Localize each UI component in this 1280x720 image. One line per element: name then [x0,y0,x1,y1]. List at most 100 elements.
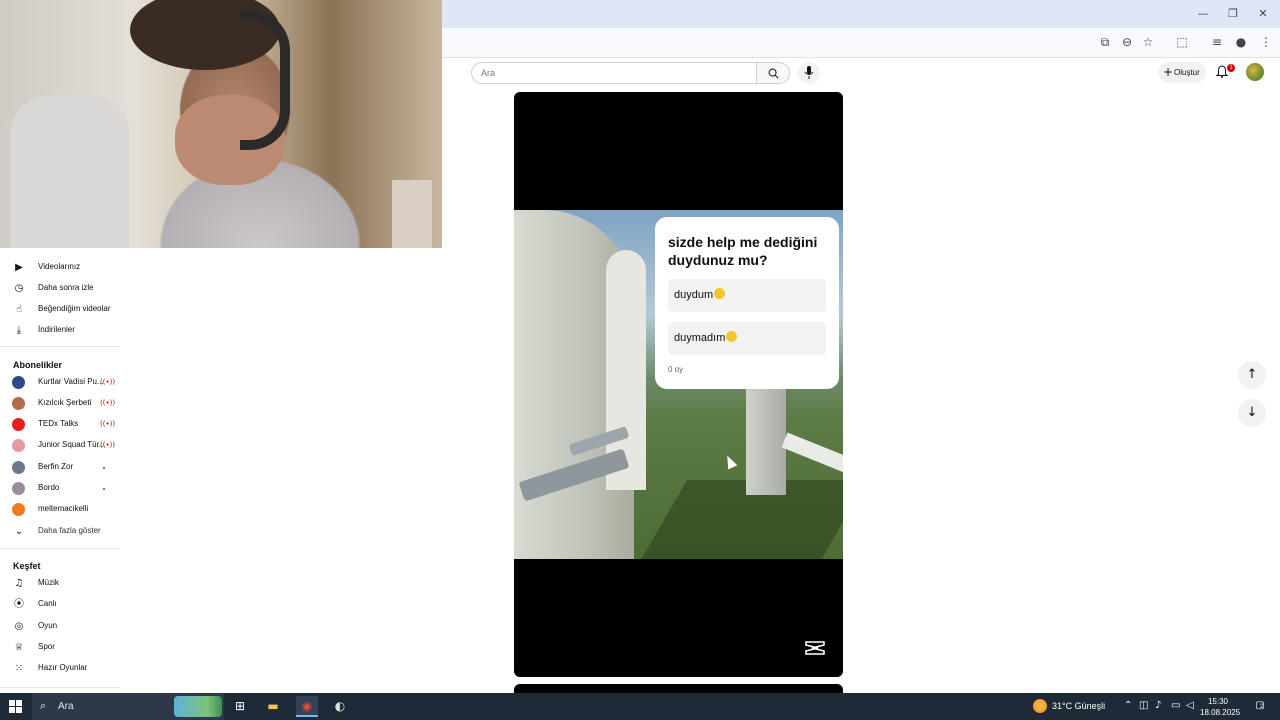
tray-meet-icon[interactable]: ◫ [1139,700,1148,711]
bookmark-star-icon[interactable]: ☆ [1140,34,1156,50]
search-button[interactable] [756,62,790,84]
channel-avatar [12,397,25,410]
sidebar-item-label: Müzik [38,578,59,587]
trophy-icon: ♕ [14,642,24,653]
poll-card: sizde help me dediğini duydunuz mu? duyd… [655,217,839,389]
zoom-icon[interactable]: ⊖ [1119,34,1135,50]
webcam-overlay [0,0,442,248]
sidebar-item-music[interactable]: ♫ Müzik [0,574,122,594]
chevron-down-icon: ⌄ [14,526,24,537]
poll-option-1[interactable]: duydum [668,279,826,312]
poll-option-label: duydum [674,289,714,301]
taskbar-search[interactable]: ⌕ Ara [32,693,224,720]
restore-button[interactable]: ❐ [1224,5,1242,23]
sidebar: ▶ Videolarınız ◷ Daha sonra izle ☝ Beğen… [0,248,122,693]
webcam-chair [10,95,130,248]
subscription-item[interactable]: Bordo [0,479,122,499]
windows-start-icon[interactable] [9,700,22,713]
create-button[interactable]: + Oluştur [1158,62,1206,83]
arrow-down-icon: ↓ [1246,405,1258,420]
new-content-dot [103,488,105,490]
sidebar-item-label: Oyun [38,621,58,630]
sidebar-item-label: Canlı [38,599,57,608]
sidebar-divider [0,548,120,549]
capcut-logo-icon [805,641,825,655]
windows-taskbar: ⌕ Ara ⊞ ▬ ◉ ◐ 31°C Güneşli ⌃ ◫ ♪ ▭ ◁ 15:… [0,693,1280,720]
subscription-label: Berfin Zor [38,462,74,471]
channel-avatar [12,418,25,431]
subscription-item[interactable]: Kızılcık Şerbeti ((•)) [0,394,122,414]
live-icon: ⦿ [14,599,24,610]
channel-avatar [12,376,25,389]
webcam-box [392,180,432,248]
next-short-preview[interactable] [514,684,843,693]
sidebar-item-liked-videos[interactable]: ☝ Beğendiğim videolar [0,300,122,320]
subscription-item[interactable]: Kurtlar Vadisi Pu... ((•)) [0,373,122,393]
tray-volume-icon[interactable]: ◁ [1186,700,1194,711]
chrome-icon[interactable]: ◉ [296,696,318,717]
tray-network-icon[interactable]: ▭ [1171,700,1180,711]
poll-option-label: duymadım [674,332,726,344]
media-control-icon[interactable]: ≡ [1209,34,1225,50]
task-view-icon[interactable]: ⊞ [229,696,251,717]
microphone-icon [804,66,814,79]
sidebar-item-sports[interactable]: ♕ Spor [0,638,122,658]
profile-icon[interactable]: ● [1233,34,1249,50]
new-content-dot [103,467,105,469]
browser-titlebar: — ❐ ✕ [442,0,1280,28]
tray-microphone-icon[interactable]: ♪ [1155,700,1161,711]
taskbar-clock[interactable]: 15:30 18.08.2025 [1200,696,1241,718]
sidebar-item-live[interactable]: ⦿ Canlı [0,595,122,615]
sidebar-item-your-videos[interactable]: ▶ Videolarınız [0,258,122,278]
sidebar-divider [0,346,120,347]
next-short-button[interactable]: ↓ [1238,399,1266,427]
subscription-item[interactable]: Berfin Zor [0,458,122,478]
sidebar-item-label: Videolarınız [38,262,81,271]
sidebar-item-label: Hazır Oyunlar [38,663,88,672]
live-icon: ((•)) [100,420,116,428]
arrow-up-icon: ↑ [1246,367,1258,382]
sidebar-item-downloads[interactable]: ⤓ İndirilenler [0,321,122,341]
previous-short-button[interactable]: ↑ [1238,361,1266,389]
clock-date: 18.08.2025 [1200,708,1241,717]
show-more-label: Daha fazla göster [38,526,101,535]
weather-text[interactable]: 31°C Güneşli [1052,701,1105,711]
explore-heading: Keşfet [13,561,41,571]
channel-avatar [12,503,25,516]
subscription-label: Junior Squad Tür... [38,440,106,449]
channel-avatar [12,439,25,452]
sidebar-item-watch-later[interactable]: ◷ Daha sonra izle [0,279,122,299]
create-label: Oluştur [1174,68,1200,77]
scene-shadow [640,480,843,559]
subscription-item[interactable]: meltemacikelli [0,500,122,520]
file-explorer-icon[interactable]: ▬ [262,696,284,717]
sidebar-divider [0,687,120,688]
minimize-button[interactable]: — [1194,5,1212,23]
browser-menu-icon[interactable]: ⋮ [1258,34,1274,50]
subscription-item[interactable]: Junior Squad Tür... ((•)) [0,436,122,456]
plus-icon: + [1163,65,1174,79]
sidebar-item-gaming[interactable]: ◎ Oyun [0,617,122,637]
subscription-label: Kızılcık Şerbeti [38,398,92,407]
close-button[interactable]: ✕ [1254,5,1272,23]
grid-icon: ⁙ [14,663,24,674]
search-input[interactable] [471,62,757,84]
scene-railing [781,432,843,474]
subscription-item[interactable]: TEDx Talks ((•)) [0,415,122,435]
obs-icon[interactable]: ◐ [329,696,351,717]
search-icon [768,68,779,79]
live-icon: ((•)) [100,399,116,407]
notification-center-badge: 2 [1260,704,1264,710]
show-more-button[interactable]: ⌄ Daha fazla göster [0,522,122,542]
voice-search-button[interactable] [798,62,820,84]
channel-avatar [12,461,25,474]
tray-chevron-up-icon[interactable]: ⌃ [1124,700,1132,711]
browser-toolbar: ⧉ ⊖ ☆ ⬚ ≡ ● ⋮ [442,28,1280,58]
cast-icon[interactable]: ⧉ [1097,34,1113,50]
extensions-icon[interactable]: ⬚ [1174,34,1190,50]
poll-option-2[interactable]: duymadım [668,322,826,355]
search-icon: ⌕ [40,699,47,712]
account-avatar[interactable] [1246,63,1264,81]
emoji-icon [714,288,726,299]
sidebar-item-playables[interactable]: ⁙ Hazır Oyunlar [0,659,122,679]
